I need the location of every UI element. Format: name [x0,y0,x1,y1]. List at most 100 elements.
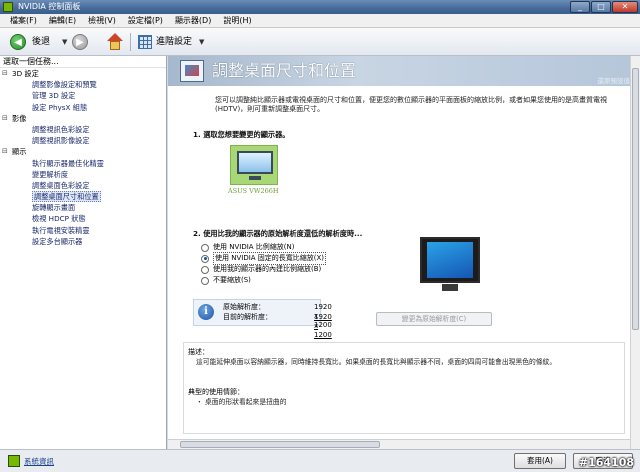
tree-item-label: 調整視訊色彩設定 [32,124,90,134]
horizontal-scrollbar[interactable] [168,439,630,449]
tree-item-label: 執行顯示器最佳化精靈 [32,158,104,168]
step1-title: 1. 選取您想要變更的顯示器。 [193,130,290,139]
tree-item-label: 調整桌面尺寸和位置 [32,191,101,203]
intro-text: 您可以調整純比顯示器或電視桌面的尺寸和位置，便更您的數位顯示器的平面面板的縮放比… [215,96,607,113]
advanced-settings-icon[interactable] [138,35,152,49]
usage-heading: 典型的使用情節： [188,388,244,396]
tree-task[interactable]: 旋轉顯示畫面 [0,202,166,213]
tree-task[interactable]: 管理 3D 設定 [0,90,166,101]
monitor-label: ASUS VW266H [228,187,279,195]
tree-item-label: 變更解析度 [32,169,68,179]
tree-item-label: 設定 PhysX 組態 [32,102,88,112]
menu-display[interactable]: 顯示器(D) [169,14,217,27]
resolution-info: i 原始解析度： 1920 x 1200 目前的解析度： 1920 x 1200 [193,299,332,339]
title-bar: NVIDIA 控制面板 _ □ ✕ [0,0,640,14]
radio-display-scaling[interactable]: 使用我的顯示器的內建比例縮放(B) [201,264,321,275]
radio-label: 不要縮放(S) [213,276,251,284]
native-res-label: 原始解析度： [223,303,265,311]
tree-task[interactable]: 調整視訊影像設定 [0,135,166,146]
step2-title: 2. 使用比我的顯示器的原始解析度還低的解析度時... [193,229,363,238]
tree-item-label: 設定多台顯示器 [32,236,83,246]
radio-button[interactable] [201,243,209,252]
toolbar-separator [130,33,131,51]
restore-defaults-link[interactable]: 還原預設值 [598,75,631,85]
tree-category[interactable]: 顯示 [0,146,166,157]
tree-task[interactable]: 檢視 HDCP 狀態 [0,213,166,224]
advanced-settings-button[interactable]: 進階設定 [156,33,192,51]
menu-view[interactable]: 檢視(V) [82,14,122,27]
toolbar: ◀ 後退 ▼ ▶ 進階設定 ▼ [0,28,640,56]
menu-edit[interactable]: 編輯(E) [43,14,82,27]
monitor-tile[interactable] [230,145,278,185]
preview-stand [442,284,458,291]
back-button[interactable]: 後退 [32,33,50,51]
radio-no-scaling[interactable]: 不要縮放(S) [201,275,251,286]
system-info-link[interactable]: 系統資訊 [24,456,54,467]
advanced-dropdown-icon[interactable]: ▼ [199,33,204,51]
tree-item-label: 調整視訊影像設定 [32,136,90,146]
preview-monitor [420,237,480,295]
tree-task[interactable]: 調整影像設定和預覽 [0,79,166,90]
radio-button-selected[interactable] [201,254,209,263]
nvidia-icon [3,2,13,12]
current-res-link[interactable]: 1920 x 1200 [314,313,332,340]
minimize-button[interactable]: _ [570,1,590,13]
tree-task[interactable]: 調整桌面尺寸和位置 [0,191,166,203]
tree-list: 3D 設定調整影像設定和預覽管理 3D 設定設定 PhysX 組態影像調整視訊色… [0,68,166,247]
main-panel: 調整桌面尺寸和位置 還原預設值 您可以調整純比顯示器或電視桌面的尺寸和位置，便更… [168,56,640,449]
tree-task[interactable]: 調整視訊色彩設定 [0,124,166,135]
monitor-icon [237,151,273,174]
tree-task[interactable]: 執行電視安裝精靈 [0,225,166,236]
menu-bar: 檔案(F) 編輯(E) 檢視(V) 設定檔(P) 顯示器(D) 說明(H) [0,14,640,28]
apply-button[interactable]: 套用(A) [514,453,566,469]
status-bar: 系統資訊 套用(A) 取消 #164108 [0,449,640,472]
home-icon[interactable] [106,33,124,51]
back-arrow-icon[interactable]: ◀ [10,34,26,50]
tree-task[interactable]: 調整桌面色彩設定 [0,180,166,191]
tree-item-label: 顯示 [12,147,27,157]
maximize-button[interactable]: □ [591,1,611,13]
tree-task[interactable]: 設定 PhysX 組態 [0,102,166,113]
window-title: NVIDIA 控制面板 [18,2,81,11]
tree-item-label: 3D 設定 [12,69,39,78]
forward-arrow-icon[interactable]: ▶ [72,34,88,50]
info-icon: i [198,304,214,320]
tree-category[interactable]: 3D 設定 [0,68,166,79]
description-heading: 描述： [188,348,209,356]
close-button[interactable]: ✕ [612,1,638,13]
system-info-icon [8,455,20,467]
description-box: 描述： 這可能延伸桌面以容納顯示器，同時維持長寬比。如果桌面的長寬比與顯示器不同… [183,342,625,434]
scroll-thumb[interactable] [180,441,380,448]
menu-profile[interactable]: 設定檔(P) [122,14,169,27]
radio-button[interactable] [201,265,209,274]
desktop-size-icon [180,60,204,82]
change-to-native-button[interactable]: 變更為原始解析度(C) [376,312,492,326]
tree-task[interactable]: 設定多台顯示器 [0,236,166,247]
tree-item-label: 調整影像設定和預覽 [32,80,97,90]
back-dropdown-icon[interactable]: ▼ [62,33,67,51]
task-tree: 選取一個任務... 3D 設定調整影像設定和預覽管理 3D 設定設定 PhysX… [0,56,167,449]
watermark: #164108 [578,456,634,469]
tree-item-label: 管理 3D 設定 [32,91,76,101]
tree-item-label: 檢視 HDCP 狀態 [32,214,86,224]
page-banner: 調整桌面尺寸和位置 還原預設值 [168,56,640,86]
vertical-scrollbar[interactable] [630,56,640,449]
menu-help[interactable]: 說明(H) [217,14,257,27]
tree-task[interactable]: 變更解析度 [0,169,166,180]
radio-fixed-aspect[interactable]: 使用 NVIDIA 固定的長寬比縮放(X) [201,252,327,265]
usage-text: ・ 桌面的形狀看起來是扭曲的 [196,398,287,406]
tree-item-label: 執行電視安裝精靈 [32,225,90,235]
description-text: 這可能延伸桌面以容納顯示器，同時維持長寬比。如果桌面的長寬比與顯示器不同，桌面的… [196,358,557,366]
page-title: 調整桌面尺寸和位置 [212,61,357,80]
tree-task[interactable]: 執行顯示器最佳化精靈 [0,158,166,169]
scroll-thumb[interactable] [632,68,639,330]
tree-item-label: 旋轉顯示畫面 [32,203,76,213]
radio-button[interactable] [201,276,209,285]
preview-screen [420,237,480,283]
task-tree-header: 選取一個任務... [0,56,166,68]
current-res-label: 目前的解析度： [223,313,272,321]
tree-category[interactable]: 影像 [0,113,166,124]
monitor-stand [249,176,261,180]
menu-file[interactable]: 檔案(F) [4,14,43,27]
tree-item-label: 調整桌面色彩設定 [32,180,90,190]
